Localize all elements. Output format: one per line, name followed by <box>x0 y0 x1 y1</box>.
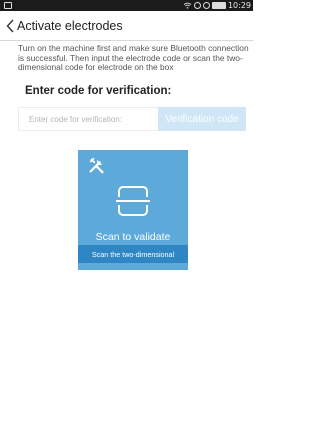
status-bar: 10:29 <box>0 0 253 11</box>
page-title: Activate electrodes <box>17 18 123 33</box>
code-entry-row: Verification code <box>18 107 246 131</box>
instructions-text: Turn on the machine first and make sure … <box>18 43 249 73</box>
back-arrow-icon[interactable] <box>3 11 17 41</box>
scan-frame-icon <box>116 186 150 216</box>
scan-card-strip-label: Scan the two-dimensional <box>78 245 188 263</box>
status-icons: 10:29 <box>183 0 251 11</box>
sync-icon <box>202 2 210 9</box>
battery-icon <box>211 2 226 9</box>
scan-to-validate-card[interactable]: Scan to validate Scan the two-dimensiona… <box>78 150 188 270</box>
verification-title: Enter code for verification: <box>25 85 172 97</box>
verification-code-input[interactable] <box>18 107 158 131</box>
nav-bar: Activate electrodes <box>0 11 253 41</box>
notification-icon <box>4 2 12 9</box>
status-time: 10:29 <box>227 1 251 10</box>
alarm-icon <box>193 2 201 9</box>
tools-icon <box>89 157 104 174</box>
wifi-icon <box>183 2 192 9</box>
scan-card-label: Scan to validate <box>95 231 171 243</box>
verification-code-button[interactable]: Verification code <box>158 107 246 131</box>
